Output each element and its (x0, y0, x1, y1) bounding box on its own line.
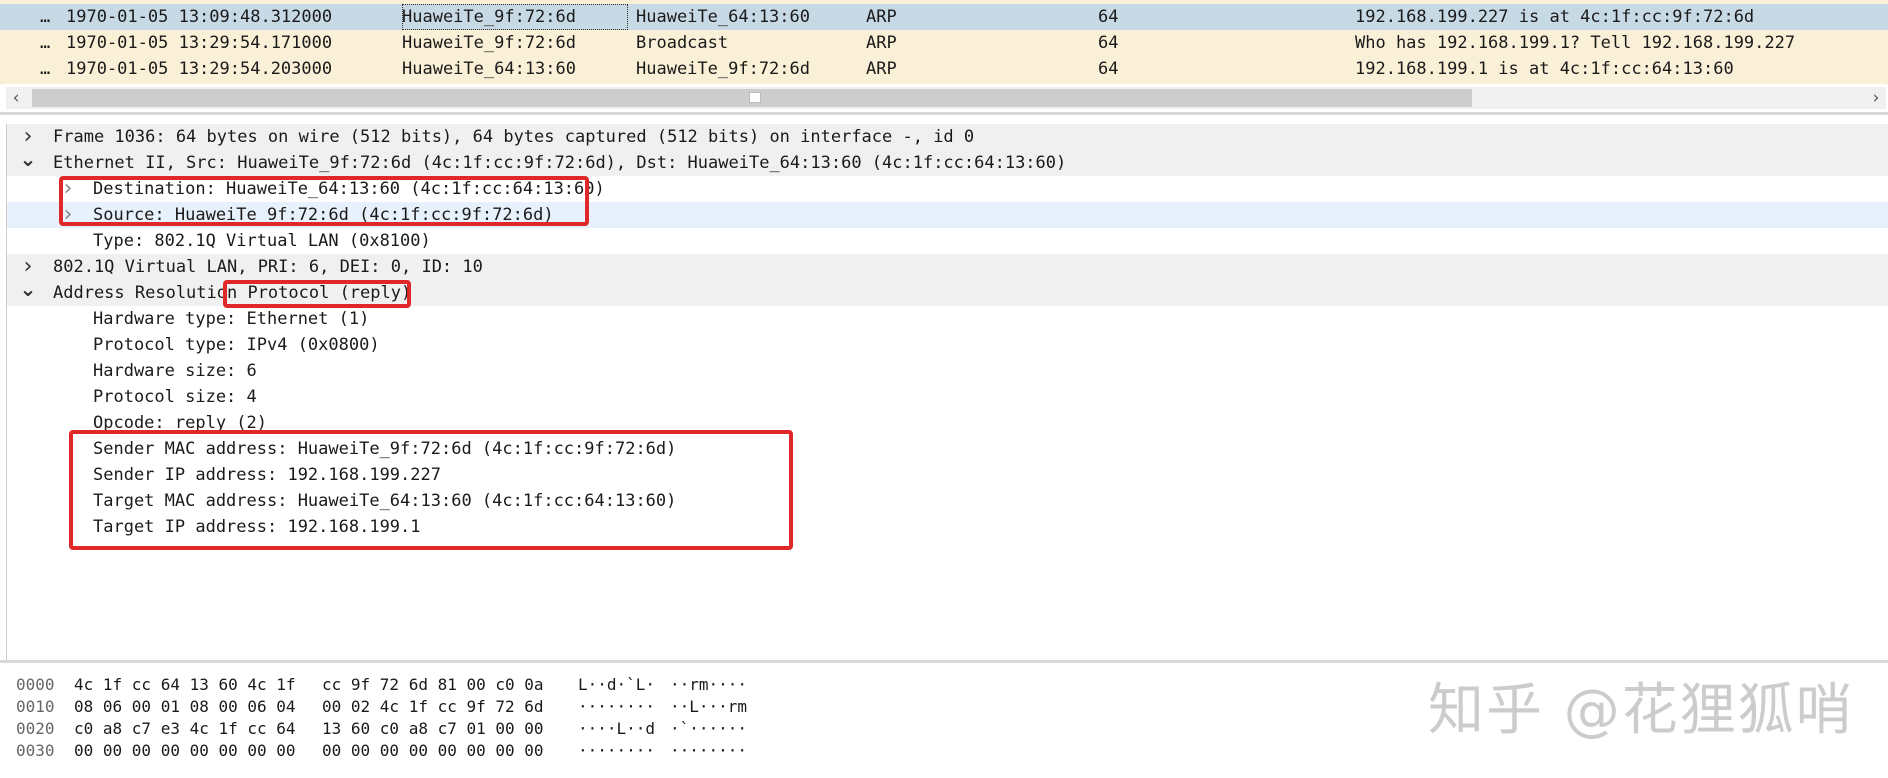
horizontal-scrollbar[interactable]: ‹ › (6, 87, 1886, 109)
tree-field-row[interactable]: Hardware type: Ethernet (1) (7, 306, 1888, 332)
packet-destination-cell: HuaweiTe_64:13:60 (636, 7, 810, 27)
packet-source-cell: HuaweiTe_64:13:60 (402, 59, 576, 79)
packet-time-cell: 1970-01-05 13:29:54.171000 (66, 33, 333, 53)
packet-protocol-cell: ARP (866, 7, 897, 27)
packet-time-cell: 1970-01-05 13:09:48.312000 (66, 7, 333, 27)
bytes-ascii2: ··rm···· (670, 675, 748, 694)
bytes-hex1: 08 06 00 01 08 00 06 04 (74, 697, 296, 716)
bytes-ascii1: ········ (578, 697, 656, 716)
packet-protocol-cell: ARP (866, 33, 897, 53)
bytes-offset: 0000 (16, 675, 55, 694)
packet-source-cell: HuaweiTe_9f:72:6d (402, 4, 628, 30)
tree-row-label: Frame 1036: 64 bytes on wire (512 bits),… (53, 127, 975, 147)
packet-length-cell: 64 (1098, 33, 1119, 53)
tree-row-label: 802.1Q Virtual LAN, PRI: 6, DEI: 0, ID: … (53, 257, 483, 277)
bytes-hex1: 4c 1f cc 64 13 60 4c 1f (74, 675, 296, 694)
bytes-hex2: 00 02 4c 1f cc 9f 72 6d (322, 697, 544, 716)
bytes-ascii1: ········ (578, 741, 656, 760)
packet-no-cell: … (40, 7, 51, 27)
bytes-row[interactable]: 0010 08 06 00 01 08 00 06 04 00 02 4c 1f c… (0, 696, 760, 718)
bytes-row[interactable]: 0000 4c 1f cc 64 13 60 4c 1f cc 9f 72 6d 8… (0, 674, 760, 696)
tree-field-row[interactable]: Protocol type: IPv4 (0x0800) (7, 332, 1888, 358)
packet-protocol-cell: ARP (866, 59, 897, 79)
packet-list[interactable]: … 1970-01-05 13:09:48.312000 HuaweiTe_9f:7… (0, 0, 1888, 84)
highlight-protocol-reply (223, 280, 411, 308)
packet-list-row[interactable]: … 1970-01-05 13:09:48.312000 HuaweiTe_9f:7… (0, 4, 1888, 30)
tree-field-row[interactable]: Type: 802.1Q Virtual LAN (0x8100) (7, 228, 1888, 254)
packet-info-cell: 192.168.199.1 is at 4c:1f:cc:64:13:60 (1355, 59, 1734, 79)
tree-field-row[interactable]: Hardware size: 6 (7, 358, 1888, 384)
bytes-row[interactable]: 0030 00 00 00 00 00 00 00 00 00 00 00 00 0… (0, 740, 760, 762)
packet-destination-cell: HuaweiTe_9f:72:6d (636, 59, 810, 79)
packet-length-cell: 64 (1098, 59, 1119, 79)
tree-row-label: Protocol type: IPv4 (0x0800) (93, 335, 380, 355)
packet-no-cell: … (40, 59, 51, 79)
highlight-arp-addresses (69, 430, 793, 550)
tree-field-row[interactable]: Protocol size: 4 (7, 384, 1888, 410)
bytes-offset: 0010 (16, 697, 55, 716)
packet-info-cell: Who has 192.168.199.1? Tell 192.168.199.… (1355, 33, 1796, 53)
tree-section-row[interactable]: › 802.1Q Virtual LAN, PRI: 6, DEI: 0, ID:… (7, 254, 1888, 280)
pane-divider[interactable] (0, 112, 1888, 115)
tree-row-label: Hardware type: Ethernet (1) (93, 309, 370, 329)
tree-section-row[interactable]: ⌄ Ethernet II, Src: HuaweiTe_9f:72:6d (4c… (7, 149, 1888, 176)
bytes-ascii2: ········ (670, 741, 748, 760)
bytes-hex2: 00 00 00 00 00 00 00 00 (322, 741, 544, 760)
bytes-hex1: c0 a8 c7 e3 4c 1f cc 64 (74, 719, 296, 738)
packet-info-cell: 192.168.199.227 is at 4c:1f:cc:9f:72:6d (1355, 7, 1755, 27)
packet-no-cell: … (40, 33, 51, 53)
packet-time-cell: 1970-01-05 13:29:54.203000 (66, 59, 333, 79)
packet-list-row[interactable]: … 1970-01-05 13:29:54.171000 HuaweiTe_9f:7… (0, 30, 1888, 56)
tree-row-label: Hardware size: 6 (93, 361, 257, 381)
bytes-offset: 0030 (16, 741, 55, 760)
tree-row-label: Protocol size: 4 (93, 387, 257, 407)
chevron-down-icon[interactable]: ⌄ (19, 279, 37, 299)
chevron-down-icon[interactable]: ⌄ (19, 149, 37, 169)
tree-section-row[interactable]: › Frame 1036: 64 bytes on wire (512 bits)… (7, 124, 1888, 150)
chevron-left-icon[interactable]: ‹ (6, 87, 26, 109)
packet-source-cell: HuaweiTe_9f:72:6d (402, 33, 576, 53)
packet-destination-cell: Broadcast (636, 33, 729, 53)
bytes-ascii2: ··L···rm (670, 697, 748, 716)
bytes-hex1: 00 00 00 00 00 00 00 00 (74, 741, 296, 760)
bytes-ascii2: ·`······ (670, 719, 748, 738)
bytes-offset: 0020 (16, 719, 55, 738)
tree-row-label: Ethernet II, Src: HuaweiTe_9f:72:6d (4c:… (53, 153, 1067, 173)
pane-divider[interactable] (0, 660, 1888, 663)
packet-length-cell: 64 (1098, 7, 1119, 27)
bytes-ascii1: ····L··d (578, 719, 656, 738)
bytes-hex2: 13 60 c0 a8 c7 01 00 00 (322, 719, 544, 738)
watermark: 知乎 @花狸狐哨 (1428, 678, 1854, 743)
bytes-hex2: cc 9f 72 6d 81 00 c0 0a (322, 675, 544, 694)
highlight-ethernet-addresses (59, 176, 589, 226)
packet-details-tree[interactable]: › Frame 1036: 64 bytes on wire (512 bits)… (6, 124, 1888, 660)
scrollbar-grip[interactable] (749, 92, 761, 103)
chevron-right-icon[interactable]: › (1866, 87, 1886, 109)
tree-row-label: Type: 802.1Q Virtual LAN (0x8100) (93, 231, 431, 251)
bytes-row[interactable]: 0020 c0 a8 c7 e3 4c 1f cc 64 13 60 c0 a8 c… (0, 718, 760, 740)
packet-list-row[interactable]: … 1970-01-05 13:29:54.203000 HuaweiTe_64:1… (0, 56, 1888, 82)
bytes-ascii1: L··d·`L· (578, 675, 656, 694)
